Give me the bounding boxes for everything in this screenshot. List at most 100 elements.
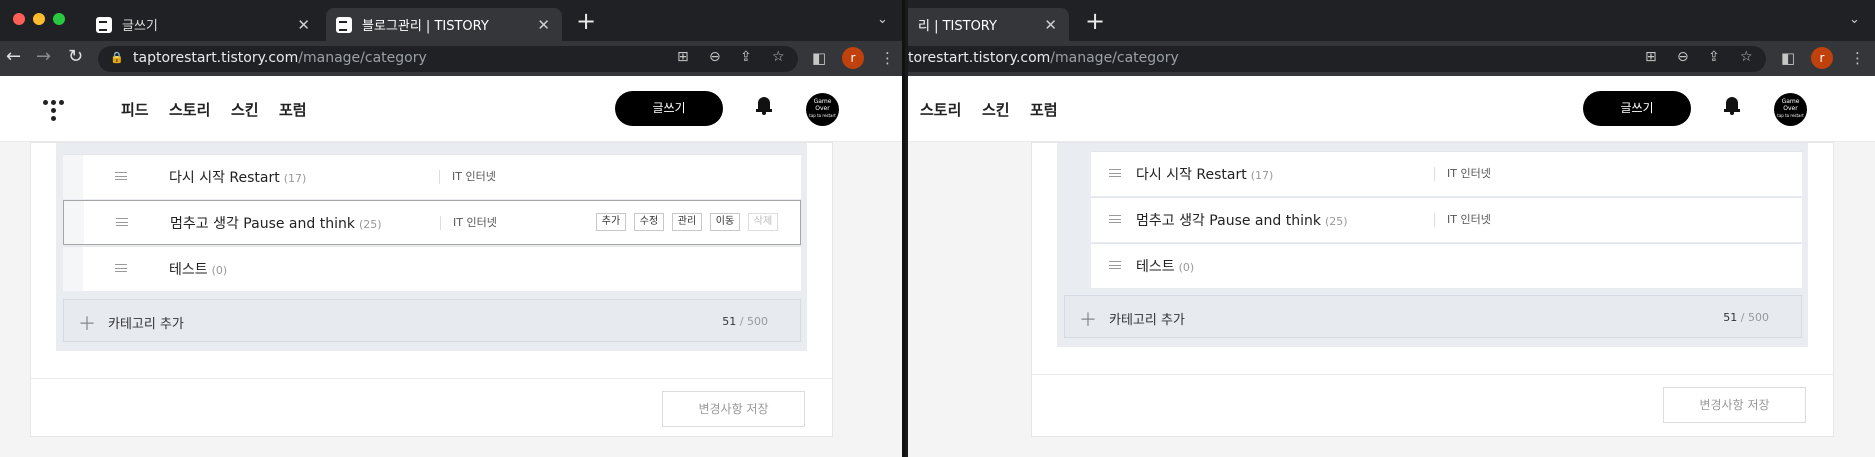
profile-text: Game Over bbox=[813, 98, 832, 112]
close-tab-icon[interactable]: ✕ bbox=[297, 16, 310, 34]
share-icon[interactable]: ⇪ bbox=[740, 49, 752, 65]
sidepanel-icon[interactable]: ◧ bbox=[1781, 49, 1795, 67]
url-text[interactable]: torestart.tistory.com/manage/category bbox=[908, 50, 1179, 66]
category-counter: 51 / 500 bbox=[1723, 311, 1769, 324]
category-card: 다시 시작 Restart (17) IT 인터넷 멈추고 생각 Pause an… bbox=[30, 142, 833, 437]
close-tab-icon[interactable]: ✕ bbox=[537, 16, 550, 34]
edit-button[interactable]: 수정 bbox=[634, 213, 664, 231]
tistory-favicon-icon bbox=[336, 16, 352, 33]
category-name: 테스트 (0) bbox=[169, 262, 228, 278]
write-button[interactable]: 글쓰기 bbox=[615, 91, 723, 126]
profile-avatar[interactable]: r bbox=[1811, 47, 1833, 69]
close-tab-icon[interactable]: ✕ bbox=[1044, 16, 1057, 34]
blog-profile-avatar[interactable]: Game Over tap to restart bbox=[806, 93, 839, 126]
category-count-used: 51 bbox=[1723, 311, 1738, 324]
bell-icon[interactable] bbox=[1724, 96, 1740, 116]
row-fold[interactable] bbox=[63, 155, 83, 199]
back-icon[interactable]: ← bbox=[6, 46, 21, 67]
category-row[interactable]: 테스트 (0) bbox=[63, 246, 801, 291]
category-name: 다시 시작 Restart (17) bbox=[169, 170, 307, 186]
profile-avatar[interactable]: r bbox=[842, 47, 864, 69]
category-card: 다시 시작 Restart (17) IT 인터넷 멈추고 생각 Pause an… bbox=[1031, 142, 1834, 437]
reload-icon[interactable]: ↻ bbox=[68, 46, 83, 67]
more-icon[interactable]: ⋮ bbox=[880, 49, 895, 67]
zoom-icon[interactable]: ⊖ bbox=[1677, 49, 1689, 65]
plus-icon[interactable]: ＋ bbox=[1079, 306, 1097, 332]
category-name: 테스트 (0) bbox=[1136, 259, 1195, 275]
bell-icon[interactable] bbox=[756, 96, 772, 116]
lock-icon[interactable]: 🔒 bbox=[110, 51, 124, 64]
add-category-bar[interactable]: ＋ 카테고리 추가 51 / 500 bbox=[1064, 295, 1802, 338]
drag-handle-icon[interactable] bbox=[116, 218, 128, 226]
nav-skin[interactable]: 스킨 bbox=[982, 99, 1010, 120]
drag-handle-icon[interactable] bbox=[115, 264, 127, 272]
chevron-down-icon[interactable]: ⌄ bbox=[877, 12, 888, 27]
category-row-selected[interactable]: 멈추고 생각 Pause and think (25) IT 인터넷 추가 수정 … bbox=[63, 200, 801, 245]
category-list: 다시 시작 Restart (17) IT 인터넷 멈추고 생각 Pause an… bbox=[1057, 143, 1808, 347]
add-button[interactable]: 추가 bbox=[596, 213, 626, 231]
tab-strip: 글쓰기 ✕ 블로그관리 | TISTORY ✕ + ⌄ bbox=[0, 0, 902, 41]
more-icon[interactable]: ⋮ bbox=[1850, 49, 1865, 67]
row-fold[interactable] bbox=[64, 201, 84, 244]
category-count-max: / 500 bbox=[739, 315, 768, 328]
category-name: 멈추고 생각 Pause and think (25) bbox=[170, 216, 382, 232]
category-topic: IT 인터넷 bbox=[439, 170, 496, 184]
add-category-bar[interactable]: ＋ 카테고리 추가 51 / 500 bbox=[63, 299, 801, 342]
category-row[interactable]: 다시 시작 Restart (17) IT 인터넷 bbox=[1091, 151, 1802, 196]
bookmark-star-icon[interactable]: ☆ bbox=[1740, 49, 1753, 65]
chevron-down-icon[interactable]: ⌄ bbox=[1849, 12, 1860, 27]
drag-handle-icon[interactable] bbox=[1109, 261, 1121, 269]
category-count: (0) bbox=[211, 264, 228, 277]
category-row[interactable]: 멈추고 생각 Pause and think (25) IT 인터넷 bbox=[1091, 197, 1802, 242]
minimize-window-button[interactable] bbox=[33, 13, 45, 25]
category-count: (25) bbox=[358, 218, 382, 231]
category-row[interactable]: 다시 시작 Restart (17) IT 인터넷 bbox=[63, 154, 801, 199]
translate-icon[interactable]: ⊞ bbox=[677, 49, 689, 65]
drag-handle-icon[interactable] bbox=[1109, 215, 1121, 223]
maximize-window-button[interactable] bbox=[53, 13, 65, 25]
browser-toolbar: ← → ↻ 🔒 taptorestart.tistory.com/manage/… bbox=[0, 41, 902, 76]
tab-blog-manage[interactable]: 리 | TISTORY ✕ bbox=[908, 8, 1069, 41]
browser-toolbar: torestart.tistory.com/manage/category ⊞ … bbox=[908, 41, 1875, 76]
nav-story[interactable]: 스토리 bbox=[920, 99, 961, 120]
share-icon[interactable]: ⇪ bbox=[1708, 49, 1720, 65]
nav-feed[interactable]: 피드 bbox=[121, 99, 149, 120]
tab-write[interactable]: 글쓰기 ✕ bbox=[86, 8, 322, 41]
nav-forum[interactable]: 포럼 bbox=[279, 99, 307, 120]
translate-icon[interactable]: ⊞ bbox=[1645, 49, 1657, 65]
new-tab-icon[interactable]: + bbox=[1085, 9, 1105, 33]
category-row[interactable]: 테스트 (0) bbox=[1091, 243, 1802, 288]
url-path: /manage/category bbox=[298, 50, 427, 66]
save-changes-button[interactable]: 변경사항 저장 bbox=[662, 391, 805, 427]
drag-handle-icon[interactable] bbox=[1109, 169, 1121, 177]
url-text[interactable]: taptorestart.tistory.com/manage/category bbox=[133, 50, 427, 66]
profile-text: Game Over bbox=[1781, 98, 1800, 112]
add-category-label: 카테고리 추가 bbox=[108, 317, 184, 332]
tab-label: 리 | TISTORY bbox=[918, 19, 997, 34]
move-button[interactable]: 이동 bbox=[710, 213, 740, 231]
bookmark-star-icon[interactable]: ☆ bbox=[772, 49, 785, 65]
save-changes-button[interactable]: 변경사항 저장 bbox=[1663, 387, 1806, 423]
forward-icon[interactable]: → bbox=[36, 46, 51, 67]
plus-icon[interactable]: ＋ bbox=[78, 310, 96, 336]
nav-skin[interactable]: 스킨 bbox=[231, 99, 259, 120]
manage-button[interactable]: 관리 bbox=[672, 213, 702, 231]
nav-forum[interactable]: 포럼 bbox=[1030, 99, 1058, 120]
drag-handle-icon[interactable] bbox=[115, 172, 127, 180]
sidepanel-icon[interactable]: ◧ bbox=[812, 49, 826, 67]
category-count: (0) bbox=[1178, 261, 1195, 274]
tistory-header: 피드 스토리 스킨 포럼 글쓰기 Game Over tap to restar… bbox=[0, 76, 902, 142]
tab-blog-manage[interactable]: 블로그관리 | TISTORY ✕ bbox=[326, 8, 562, 41]
write-button[interactable]: 글쓰기 bbox=[1583, 91, 1691, 126]
close-window-button[interactable] bbox=[13, 13, 25, 25]
blog-profile-avatar[interactable]: Game Over tap to restart bbox=[1774, 93, 1807, 126]
row-fold[interactable] bbox=[63, 247, 83, 291]
new-tab-icon[interactable]: + bbox=[576, 9, 596, 33]
category-topic: IT 인터넷 bbox=[1434, 167, 1491, 181]
profile-subtext: tap to restart bbox=[1777, 113, 1804, 118]
zoom-icon[interactable]: ⊖ bbox=[709, 49, 721, 65]
nav-story[interactable]: 스토리 bbox=[169, 99, 210, 120]
tistory-logo-icon[interactable] bbox=[43, 100, 67, 124]
delete-button[interactable]: 삭제 bbox=[748, 213, 778, 231]
category-list: 다시 시작 Restart (17) IT 인터넷 멈추고 생각 Pause an… bbox=[56, 143, 807, 351]
